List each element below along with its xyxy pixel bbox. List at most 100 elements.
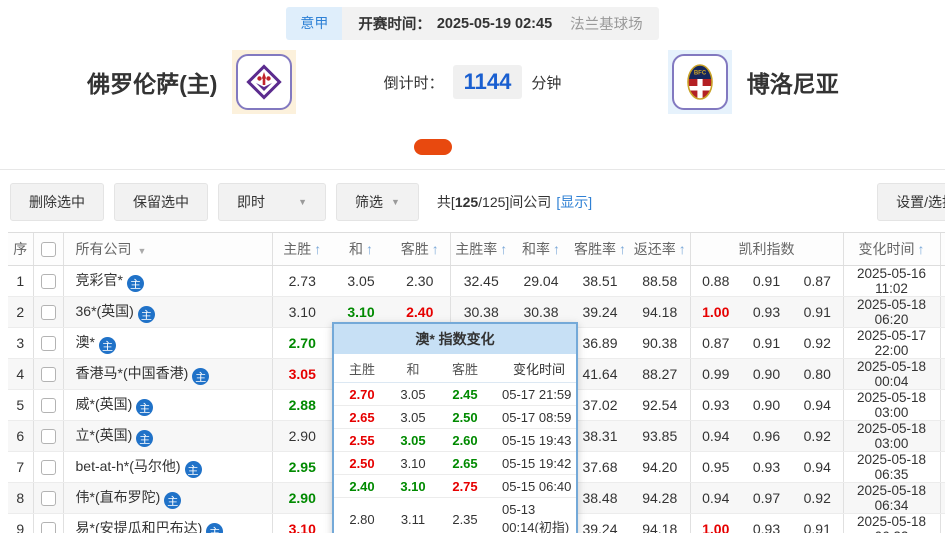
change-time-cell: 2025-05-18 06:34 <box>843 483 940 514</box>
odds-home-cell[interactable]: 2.90 <box>272 421 332 452</box>
popup-row: 2.40 3.10 2.75 05-15 06:40 <box>334 475 576 498</box>
row-checkbox-cell <box>33 359 63 390</box>
row-checkbox[interactable] <box>41 336 56 351</box>
change-time-cell: 2025-05-18 06:22 <box>843 514 940 533</box>
extra-cell <box>940 483 945 514</box>
filter-dropdown[interactable]: 筛选 ▼ <box>336 183 419 221</box>
home-team-logo <box>232 50 296 114</box>
odds-home-cell[interactable]: 3.05 <box>272 359 332 390</box>
change-time-cell: 2025-05-18 00:04 <box>843 359 940 390</box>
popup-header-draw: 和 <box>390 359 436 378</box>
odds-home-cell[interactable]: 3.10 <box>272 297 332 328</box>
sort-up-icon: ↑ <box>500 241 507 257</box>
row-checkbox-cell <box>33 452 63 483</box>
kelly-home-cell: 1.00 <box>690 514 741 533</box>
company-name: 立*(英国) <box>76 427 133 443</box>
show-link[interactable]: [显示] <box>556 194 592 210</box>
row-checkbox[interactable] <box>41 491 56 506</box>
company-name: 香港马*(中国香港) <box>76 365 189 381</box>
sort-up-icon: ↑ <box>314 241 321 257</box>
row-checkbox[interactable] <box>41 367 56 382</box>
odds-change-popup: 澳* 指数变化 主胜 和 客胜 变化时间 2.70 3.05 2.45 05-1… <box>332 322 578 533</box>
odds-away-cell[interactable]: 2.30 <box>390 266 450 297</box>
kelly-away-cell: 0.94 <box>792 452 843 483</box>
change-time-cell: 2025-05-18 06:20 <box>843 297 940 328</box>
header-away-odds[interactable]: 客胜↑ <box>390 233 450 266</box>
popup-change-time: 05-15 19:42 <box>494 456 576 471</box>
header-home-odds[interactable]: 主胜↑ <box>272 233 332 266</box>
kelly-home-cell: 0.94 <box>690 421 741 452</box>
instant-dropdown[interactable]: 即时 ▼ <box>218 183 326 221</box>
odds-home-cell[interactable]: 2.95 <box>272 452 332 483</box>
match-info: 开赛时间： 2025-05-19 02:45 法兰基球场 <box>342 7 658 40</box>
header-away-rate[interactable]: 客胜率↑ <box>570 233 630 266</box>
home-badge-icon: 主 <box>127 275 144 292</box>
odds-comparison-page: 意甲 开赛时间： 2025-05-19 02:45 法兰基球场 佛罗伦萨(主) <box>0 0 945 533</box>
popup-header-home: 主胜 <box>334 359 390 378</box>
popup-row: 2.50 3.10 2.65 05-15 19:42 <box>334 452 576 475</box>
odds-draw-cell[interactable]: 3.05 <box>332 266 390 297</box>
odds-home-cell[interactable]: 2.88 <box>272 390 332 421</box>
row-checkbox[interactable] <box>41 398 56 413</box>
kickoff-time: 2025-05-19 02:45 <box>437 16 552 32</box>
header-payout-rate[interactable]: 返还率↑ <box>630 233 690 266</box>
kelly-home-cell: 1.00 <box>690 297 741 328</box>
odds-home-cell[interactable]: 2.73 <box>272 266 332 297</box>
settings-button[interactable]: 设置/选指 <box>877 183 945 221</box>
company-cell[interactable]: 易*(安提瓜和巴布达)主 <box>63 514 272 533</box>
kelly-draw-cell: 0.90 <box>741 390 792 421</box>
popup-draw-odds: 3.10 <box>390 479 436 494</box>
popup-title: 澳* 指数变化 <box>334 324 576 354</box>
row-index: 9 <box>8 514 33 533</box>
company-cell[interactable]: 威*(英国)主 <box>63 390 272 421</box>
odds-home-cell[interactable]: 2.90 <box>272 483 332 514</box>
company-cell[interactable]: 竞彩官*主 <box>63 266 272 297</box>
fiorentina-crest-icon <box>236 54 292 110</box>
kelly-home-cell: 0.88 <box>690 266 741 297</box>
header-company[interactable]: 所有公司▼ <box>63 233 272 266</box>
row-checkbox-cell <box>33 390 63 421</box>
change-time-cell: 2025-05-16 11:02 <box>843 266 940 297</box>
row-checkbox[interactable] <box>41 274 56 289</box>
table-header-row: 序 所有公司▼ 主胜↑ 和↑ 客胜↑ 主胜率↑ 和率↑ 客胜率↑ 返还率↑ 凯利… <box>8 233 945 266</box>
company-name: 伟*(直布罗陀) <box>76 489 161 505</box>
company-cell[interactable]: 伟*(直布罗陀)主 <box>63 483 272 514</box>
row-checkbox[interactable] <box>41 522 56 533</box>
payout-rate-cell: 90.38 <box>630 328 690 359</box>
row-checkbox[interactable] <box>41 460 56 475</box>
odds-home-cell[interactable]: 2.70 <box>272 328 332 359</box>
bologna-crest-icon: BFC <box>672 54 728 110</box>
row-index: 2 <box>8 297 33 328</box>
chevron-down-icon: ▼ <box>138 246 147 256</box>
company-cell[interactable]: 澳*主 <box>63 328 272 359</box>
company-cell[interactable]: 立*(英国)主 <box>63 421 272 452</box>
company-name: bet-at-h*(马尔他) <box>76 458 181 474</box>
header-draw-rate[interactable]: 和率↑ <box>512 233 570 266</box>
kelly-away-cell: 0.92 <box>792 421 843 452</box>
odds-home-cell[interactable]: 3.10 <box>272 514 332 533</box>
tab-active[interactable] <box>414 139 452 155</box>
delete-selected-button[interactable]: 删除选中 <box>10 183 104 221</box>
company-cell[interactable]: 36*(英国)主 <box>63 297 272 328</box>
popup-header-row: 主胜 和 客胜 变化时间 <box>334 354 576 383</box>
home-badge-icon: 主 <box>185 461 202 478</box>
home-badge-icon: 主 <box>138 306 155 323</box>
keep-selected-button[interactable]: 保留选中 <box>114 183 208 221</box>
row-checkbox[interactable] <box>41 305 56 320</box>
select-all-checkbox[interactable] <box>41 242 56 257</box>
kelly-away-cell: 0.91 <box>792 514 843 533</box>
away-rate-cell: 38.48 <box>570 483 630 514</box>
home-team-name: 佛罗伦萨(主) <box>87 65 217 99</box>
popup-away-odds: 2.35 <box>436 512 494 527</box>
company-cell[interactable]: bet-at-h*(马尔他)主 <box>63 452 272 483</box>
row-checkbox[interactable] <box>41 429 56 444</box>
kelly-home-cell: 0.99 <box>690 359 741 390</box>
away-team: BFC 博洛尼亚 <box>668 50 839 114</box>
popup-draw-odds: 3.11 <box>390 512 436 527</box>
header-home-rate[interactable]: 主胜率↑ <box>450 233 512 266</box>
header-change-time[interactable]: 变化时间↑ <box>843 233 940 266</box>
header-draw-odds[interactable]: 和↑ <box>332 233 390 266</box>
payout-rate-cell: 93.85 <box>630 421 690 452</box>
home-rate-cell: 32.45 <box>450 266 512 297</box>
company-cell[interactable]: 香港马*(中国香港)主 <box>63 359 272 390</box>
